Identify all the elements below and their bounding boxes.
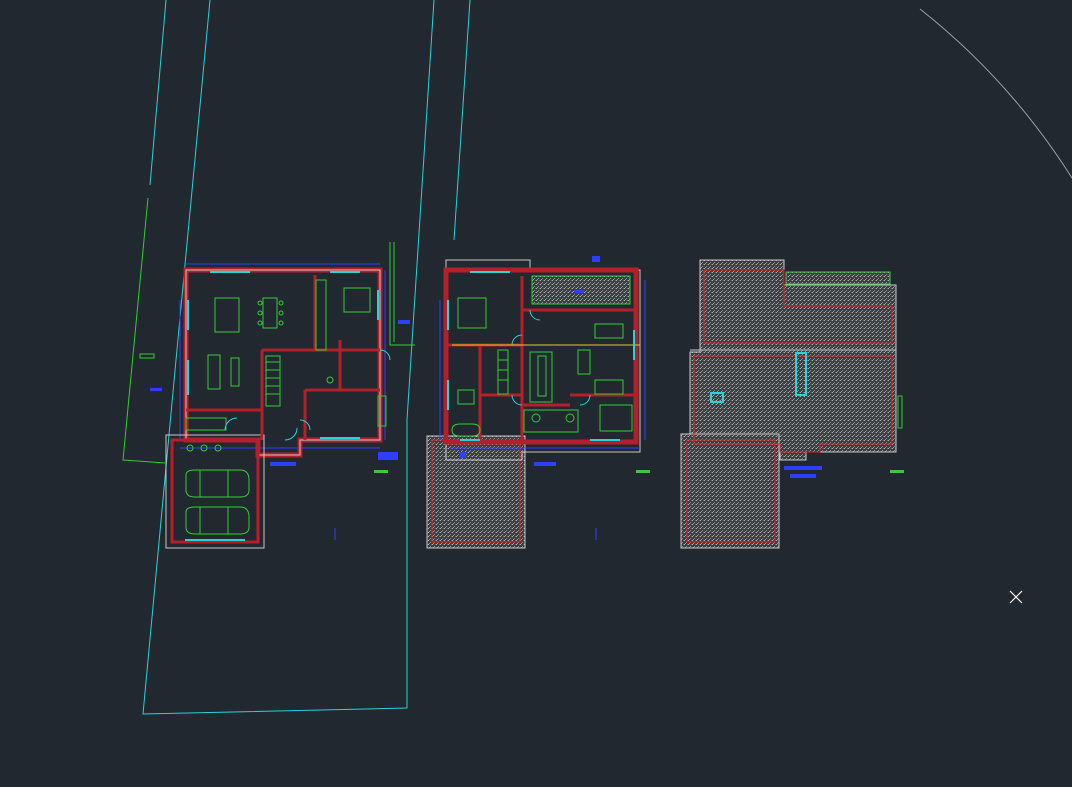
property-boundary xyxy=(142,0,471,715)
crosshair-x-icon xyxy=(1008,589,1024,605)
ground-floor-plan[interactable] xyxy=(150,263,410,549)
site-line xyxy=(122,197,415,464)
cad-model-space[interactable] xyxy=(0,0,1072,787)
roof-plan[interactable] xyxy=(680,259,904,549)
grey-arc xyxy=(919,8,1072,179)
first-floor-plan[interactable] xyxy=(426,256,650,549)
